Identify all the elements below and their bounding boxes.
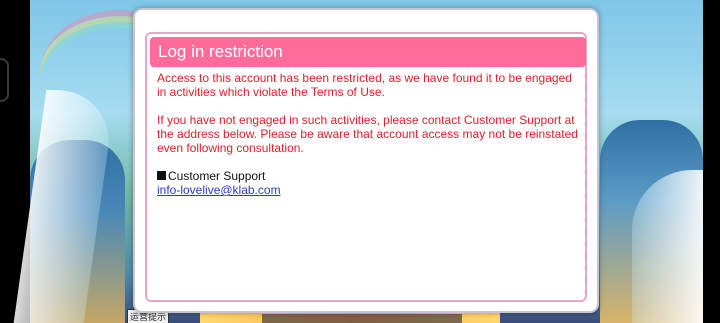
game-screen: 运营提示 Log in restriction Access to this a… [0, 0, 720, 323]
support-heading: Customer Support [157, 169, 581, 183]
restriction-dialog: Log in restriction Access to this accoun… [133, 8, 599, 313]
side-handle[interactable] [0, 58, 9, 102]
support-email-link[interactable]: info-lovelive@klab.com [157, 183, 281, 197]
dialog-title-bar: Log in restriction [150, 37, 586, 67]
copyright-strip [262, 314, 462, 323]
contact-message: If you have not engaged in such activiti… [157, 113, 578, 155]
support-heading-label: Customer Support [168, 169, 266, 183]
dialog-body: Access to this account has been restrict… [157, 71, 581, 197]
dialog-title: Log in restriction [158, 42, 283, 61]
square-bullet-icon [157, 171, 166, 180]
right-letterbox [703, 0, 720, 323]
restriction-message: Access to this account has been restrict… [157, 71, 572, 99]
